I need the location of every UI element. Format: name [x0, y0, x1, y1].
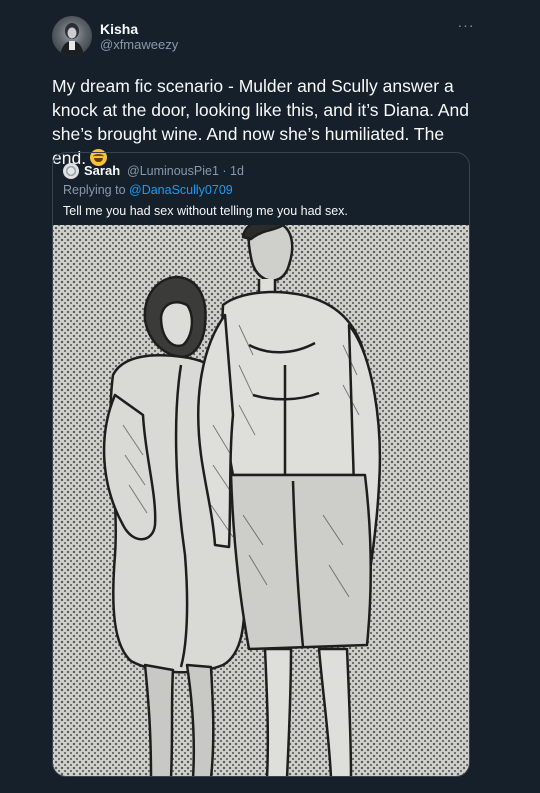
quoted-author-meta: @LuminousPie1 · 1d [127, 164, 244, 178]
replying-to-mention[interactable]: @DanaScully0709 [129, 183, 233, 197]
figures-sketch [102, 225, 382, 776]
quoted-tweet-text: Tell me you had sex without telling me y… [63, 204, 348, 218]
replying-prefix: Replying to [63, 183, 130, 197]
replying-to-line: Replying to @DanaScully0709 [63, 183, 233, 197]
quoted-author-name: Sarah [84, 163, 121, 178]
sketch-illustration-image[interactable] [53, 225, 469, 776]
quoted-author-avatar [63, 163, 79, 179]
tweet[interactable]: Kisha @xfmaweezy ··· My dream fic scenar… [0, 0, 540, 793]
ellipsis-icon[interactable]: ··· [456, 18, 476, 34]
author-avatar[interactable] [52, 16, 92, 56]
profile-photo-icon [60, 23, 84, 56]
author-display-name[interactable]: Kisha [100, 21, 138, 37]
author-handle[interactable]: @xfmaweezy [100, 37, 178, 52]
quoted-tweet[interactable]: Sarah @LuminousPie1 · 1d Replying to @Da… [52, 152, 470, 777]
